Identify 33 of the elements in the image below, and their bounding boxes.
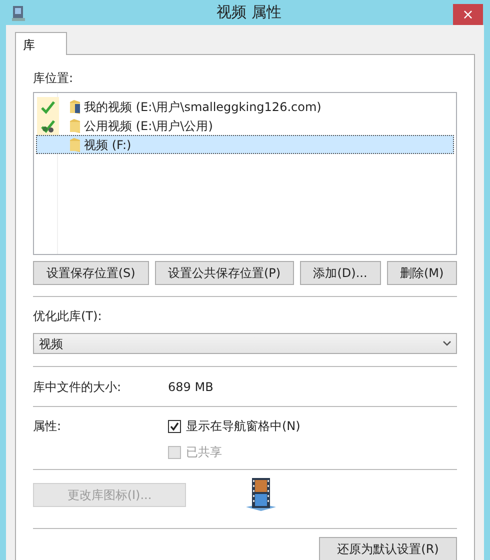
size-value: 689 MB: [168, 379, 214, 396]
folder-icon: [69, 100, 81, 114]
location-name: 我的视频 (E:\用户\smalleggking126.com): [84, 98, 322, 116]
location-button[interactable]: 添加(D)...: [300, 261, 381, 285]
checkbox-label: 显示在导航窗格中(N): [186, 418, 300, 435]
chevron-down-icon: [443, 341, 451, 346]
location-item[interactable]: 视频 (F:): [36, 135, 454, 154]
location-name: 视频 (F:): [84, 136, 132, 154]
location-item[interactable]: 公用视频 (E:\用户\公用): [36, 116, 454, 135]
checkbox[interactable]: [168, 420, 181, 432]
library-icon: [12, 4, 25, 20]
locations-list[interactable]: 我的视频 (E:\用户\smalleggking126.com) 公用视频 (E:\用户\公用) 视频 (F:): [33, 92, 457, 255]
attributes-label: 属性:: [33, 418, 62, 435]
folder-icon: [69, 118, 81, 132]
location-button[interactable]: 删除(M): [386, 261, 457, 285]
checkmark-people-icon: [40, 118, 56, 132]
optimize-dropdown[interactable]: 视频: [33, 333, 457, 354]
location-item[interactable]: 我的视频 (E:\用户\smalleggking126.com): [36, 97, 454, 116]
location-button[interactable]: 设置公共保存位置(P): [154, 261, 294, 285]
checkmark-icon: [40, 100, 56, 114]
folder-icon: [69, 138, 81, 152]
close-button[interactable]: ×: [453, 4, 483, 25]
optimize-label: 优化此库(T):: [33, 308, 103, 325]
video-library-icon: [244, 477, 278, 513]
checkbox-label: 已共享: [186, 444, 222, 461]
tab[interactable]: 库: [15, 32, 67, 55]
library-locations-label: 库位置:: [33, 70, 74, 87]
location-name: 公用视频 (E:\用户\公用): [84, 118, 213, 134]
window-title: 视频 属性: [216, 2, 282, 24]
location-button[interactable]: 设置保存位置(S): [33, 261, 149, 285]
checkmark-icon: [170, 422, 179, 430]
size-label: 库中文件的大小:: [33, 379, 122, 396]
restore-defaults-button[interactable]: 还原为默认设置(R): [319, 537, 457, 560]
